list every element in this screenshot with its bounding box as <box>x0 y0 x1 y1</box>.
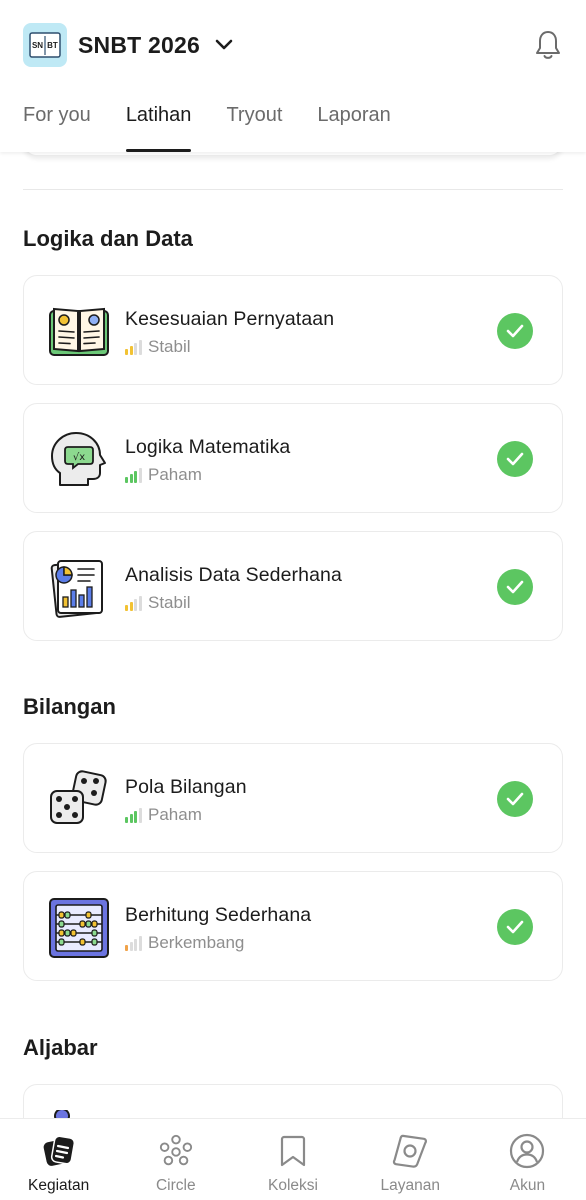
nav-layanan[interactable]: Layanan <box>352 1119 469 1200</box>
topic-title: Pola Bilangan <box>125 776 247 798</box>
topic-card-kesesuaian-pernyataan[interactable]: Kesesuaian Pernyataan Stabil <box>23 275 563 385</box>
layanan-icon <box>392 1133 428 1169</box>
tab-bar: For you Latihan Tryout Laporan <box>23 94 426 152</box>
practice-list[interactable]: Logika dan Data Kesesuaian Pernyataan St… <box>0 152 586 1118</box>
section-title-bilangan: Bilangan <box>23 694 116 719</box>
level-indicator: Stabil <box>125 337 191 357</box>
nav-akun[interactable]: Akun <box>469 1119 586 1200</box>
topic-card-logika-matematika[interactable]: √x Logika Matematika Paham <box>23 403 563 513</box>
level-indicator: Paham <box>125 465 202 485</box>
bottom-navigation: Kegiatan Circle Koleksi Layanan Akun <box>0 1118 586 1200</box>
section-title-logika-dan-data: Logika dan Data <box>23 226 193 251</box>
topic-title: Berhitung Sederhana <box>125 904 312 926</box>
level-label: Stabil <box>148 337 191 356</box>
nav-koleksi[interactable]: Koleksi <box>234 1119 351 1200</box>
check-icon <box>497 441 533 477</box>
data-report-icon <box>48 557 110 619</box>
chevron-down-icon[interactable] <box>214 35 234 55</box>
topic-title: Logika Matematika <box>125 436 291 458</box>
level-bars-icon <box>125 807 143 823</box>
level-label: Paham <box>148 805 202 824</box>
open-book-icon <box>48 301 110 363</box>
tab-tryout[interactable]: Tryout <box>226 94 282 152</box>
level-indicator: Berkembang <box>125 933 244 953</box>
svg-text:√x: √x <box>73 452 85 463</box>
check-icon <box>497 781 533 817</box>
bell-icon[interactable] <box>533 28 563 62</box>
circle-people-icon <box>158 1133 194 1169</box>
head-math-icon: √x <box>48 429 110 491</box>
kegiatan-icon <box>41 1133 77 1169</box>
section-title-aljabar: Aljabar <box>23 1035 98 1060</box>
nav-label: Layanan <box>380 1177 440 1194</box>
section-divider <box>23 189 563 190</box>
level-indicator: Stabil <box>125 593 191 613</box>
topic-card-pola-bilangan[interactable]: Pola Bilangan Paham <box>23 743 563 853</box>
level-bars-icon <box>125 935 143 951</box>
topic-title: Kesesuaian Pernyataan <box>125 308 335 330</box>
level-indicator: Paham <box>125 805 202 825</box>
nav-label: Circle <box>155 1177 196 1194</box>
abacus-icon <box>48 897 110 959</box>
svg-text:BT: BT <box>47 41 58 50</box>
level-label: Paham <box>148 465 202 484</box>
nav-kegiatan[interactable]: Kegiatan <box>0 1119 117 1200</box>
level-bars-icon <box>125 339 143 355</box>
level-bars-icon <box>125 467 143 483</box>
nav-label: Kegiatan <box>28 1177 90 1194</box>
topic-title: Analisis Data Sederhana <box>125 564 342 586</box>
previous-card-edge <box>23 152 563 156</box>
top-header: SN BT SNBT 2026 For you Latihan Tryout L… <box>0 0 586 152</box>
topic-card-partial[interactable] <box>23 1084 563 1118</box>
account-icon <box>509 1133 545 1169</box>
level-bars-icon <box>125 595 143 611</box>
tab-laporan[interactable]: Laporan <box>317 94 390 152</box>
nav-label: Koleksi <box>268 1177 318 1194</box>
check-icon <box>497 313 533 349</box>
nav-circle[interactable]: Circle <box>117 1119 234 1200</box>
check-icon <box>497 569 533 605</box>
bookmark-icon <box>275 1133 311 1169</box>
topic-card-analisis-data-sederhana[interactable]: Analisis Data Sederhana Stabil <box>23 531 563 641</box>
app-selector-row: SN BT SNBT 2026 <box>23 22 563 68</box>
check-icon <box>497 909 533 945</box>
nav-label: Akun <box>509 1177 546 1194</box>
tab-for-you[interactable]: For you <box>23 94 91 152</box>
dice-icon <box>48 769 110 831</box>
app-logo[interactable]: SN BT <box>23 23 67 67</box>
topic-card-berhitung-sederhana[interactable]: Berhitung Sederhana Berkembang <box>23 871 563 981</box>
svg-text:SN: SN <box>32 41 43 50</box>
tab-latihan[interactable]: Latihan <box>125 94 191 152</box>
partial-topic-icon <box>48 1108 110 1118</box>
app-title[interactable]: SNBT 2026 <box>78 32 200 59</box>
level-label: Berkembang <box>148 933 245 952</box>
level-label: Stabil <box>148 593 191 612</box>
